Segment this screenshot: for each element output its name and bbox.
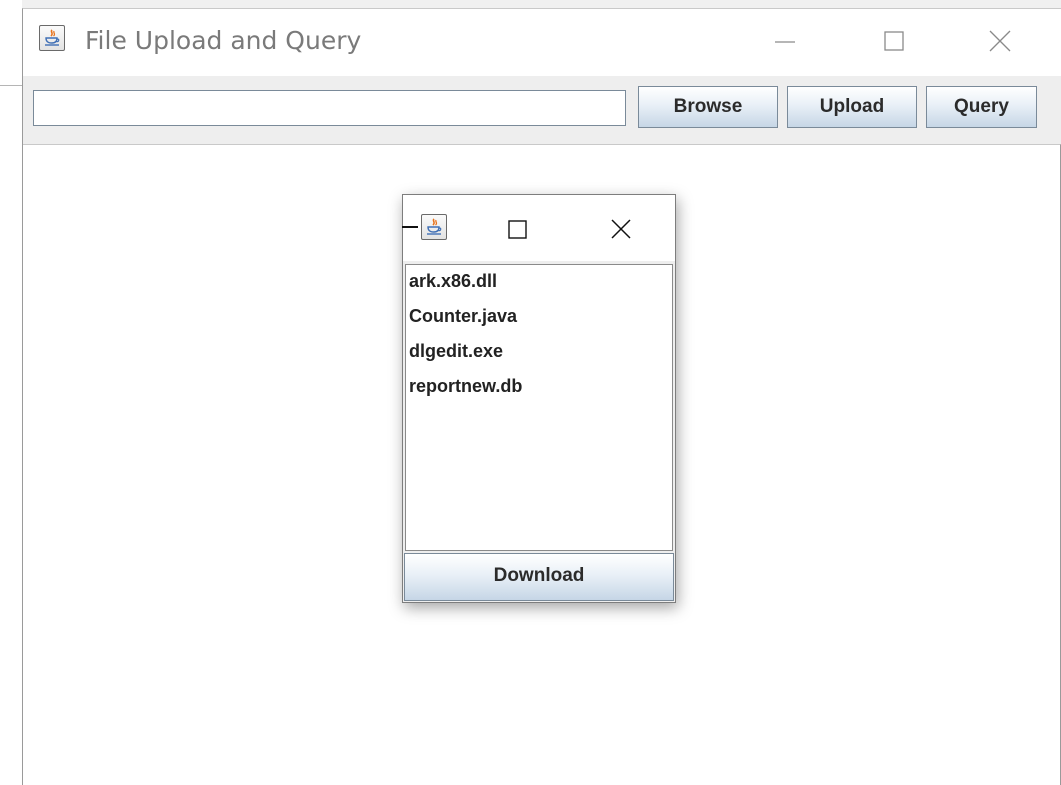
query-button[interactable]: Query (926, 86, 1037, 128)
list-item[interactable]: ark.x86.dll (406, 265, 672, 300)
close-button[interactable] (980, 23, 1020, 59)
close-icon (989, 30, 1011, 52)
desktop: File Upload and Query Browse Upload Quer… (0, 0, 1061, 785)
main-titlebar[interactable]: File Upload and Query (23, 9, 1061, 76)
list-item[interactable]: Counter.java (406, 300, 672, 335)
minimize-icon (775, 41, 795, 43)
close-icon (611, 219, 631, 239)
download-button[interactable]: Download (404, 553, 674, 601)
file-path-input[interactable] (33, 90, 626, 126)
desktop-divider (0, 85, 22, 86)
dialog-close-button[interactable] (606, 213, 636, 243)
toolbar: Browse Upload Query (23, 76, 1061, 144)
browse-button[interactable]: Browse (638, 86, 778, 128)
maximize-icon (508, 220, 527, 239)
java-icon[interactable] (421, 214, 447, 240)
minimize-icon[interactable] (402, 226, 418, 228)
maximize-button[interactable] (874, 23, 914, 59)
dialog-maximize-button[interactable] (503, 213, 533, 243)
dialog-titlebar[interactable] (402, 195, 675, 261)
file-list[interactable]: ark.x86.dll Counter.java dlgedit.exe rep… (405, 264, 673, 551)
java-icon[interactable] (39, 25, 65, 51)
list-item[interactable]: reportnew.db (406, 370, 672, 405)
desktop-background (0, 0, 22, 785)
minimize-button[interactable] (765, 23, 805, 59)
list-item[interactable]: dlgedit.exe (406, 335, 672, 370)
window-title: File Upload and Query (85, 26, 362, 55)
query-results-dialog: ark.x86.dll Counter.java dlgedit.exe rep… (402, 194, 676, 603)
maximize-icon (884, 31, 904, 51)
upload-button[interactable]: Upload (787, 86, 917, 128)
